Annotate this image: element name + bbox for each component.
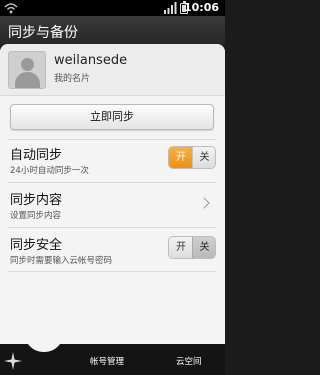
sparkle-icon <box>4 352 22 370</box>
setting-title: 同步安全 <box>10 238 63 253</box>
divider <box>8 271 217 272</box>
settings-card: weilansede 我的名片 立即同步 自动同步 24小时自动同步一次 开 关… <box>0 44 225 344</box>
setting-title: 自动同步 <box>10 148 63 163</box>
setting-subtitle: 24小时自动同步一次 <box>10 166 89 176</box>
toggle-off-label: 关 <box>192 147 215 168</box>
toggle-on-label: 开 <box>169 147 193 168</box>
username: weilansede <box>54 53 128 68</box>
avatar <box>8 51 46 89</box>
auto-sync-toggle[interactable]: 开 关 <box>168 146 216 169</box>
signal-icon <box>164 2 177 14</box>
divider <box>8 227 217 228</box>
tab-account-management[interactable]: 帐号管理 <box>90 355 124 367</box>
profile-subtitle: 我的名片 <box>54 74 91 84</box>
status-time: 10:06 <box>183 1 219 14</box>
tab-indicator-notch <box>0 338 225 352</box>
sync-security-toggle[interactable]: 开 关 <box>168 236 216 259</box>
status-bar: 10:06 <box>0 0 225 16</box>
divider <box>8 139 217 140</box>
page-title: 同步与备份 <box>8 25 78 41</box>
toggle-on-label: 开 <box>169 237 193 258</box>
title-bar: 同步与备份 <box>0 16 225 46</box>
avatar-body <box>15 72 40 88</box>
profile-card[interactable]: weilansede 我的名片 <box>0 44 225 96</box>
sync-now-button[interactable]: 立即同步 <box>10 104 214 130</box>
toggle-off-label: 关 <box>192 237 215 258</box>
chevron-right-icon <box>198 197 210 209</box>
setting-title: 同步内容 <box>10 193 63 208</box>
setting-subtitle: 同步时需要输入云帐号密码 <box>10 256 113 266</box>
divider <box>8 182 217 183</box>
tab-cloud-space[interactable]: 云空间 <box>176 355 202 367</box>
setting-subtitle: 设置同步内容 <box>10 211 62 221</box>
wifi-icon <box>4 3 18 14</box>
avatar-head <box>21 58 34 71</box>
